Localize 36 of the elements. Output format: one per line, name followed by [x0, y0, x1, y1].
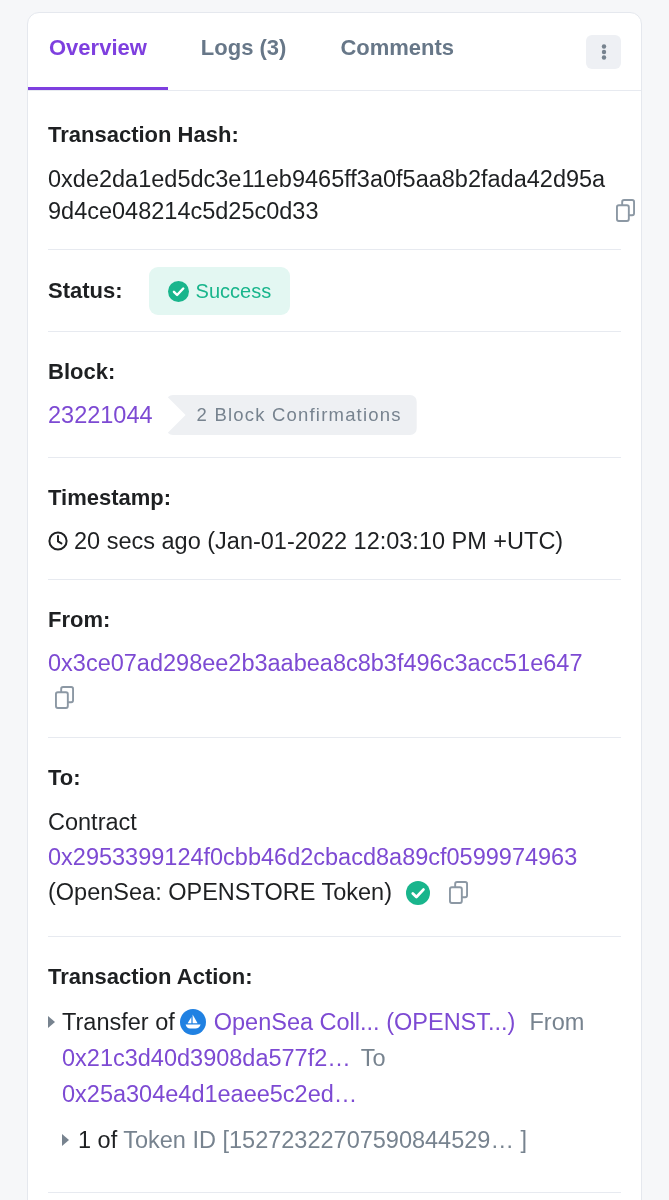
sender-address-link[interactable]: 0x21c3d40d3908da577f2… [62, 1040, 351, 1076]
to-label: To [360, 1044, 386, 1073]
field-label: From: [48, 606, 112, 634]
vertical-dots-icon [600, 44, 607, 60]
copy-icon[interactable] [616, 199, 635, 222]
transaction-hash: 0xde2da1ed5dc3e11eb9465ff3a0f5aa8b2fada42d95a9d4ce048214c5d25c0d33 [48, 165, 607, 226]
contract-address-link[interactable]: 0x2953399124f0cbb46d2cbacd8a89cf0599974963 [48, 844, 578, 870]
recipient-address-link[interactable]: 0x25a304e4d1eaee5c2ed… [62, 1076, 358, 1112]
more-options-button[interactable] [586, 35, 621, 69]
status-text: Success [195, 279, 272, 303]
caret-icon[interactable] [48, 1016, 55, 1028]
field-label: Transaction Action: [48, 963, 254, 991]
tab[interactable]: Comments [319, 13, 476, 90]
check-circle-icon [167, 280, 189, 302]
token-link[interactable]: OpenSea Coll... (OPENST...) [213, 1004, 516, 1040]
token-id-text: Token ID [15272322707590844529… ] [123, 1126, 527, 1155]
tab[interactable]: Logs (3) [179, 13, 308, 90]
quantity-text: 1 of [78, 1126, 118, 1155]
clock-icon [48, 531, 68, 551]
field-label: Transaction Hash: [48, 121, 240, 149]
account-type-text: Contract [48, 809, 137, 835]
field-label: Block: [48, 358, 117, 386]
copy-icon[interactable] [448, 881, 468, 904]
caret-icon[interactable] [62, 1134, 69, 1146]
copy-icon[interactable] [55, 685, 74, 709]
field-label: To: [48, 764, 82, 792]
sailboat-logo-icon [179, 1009, 206, 1035]
field-label: Status: [48, 277, 123, 305]
from-address-link[interactable]: 0x3ce07ad298ee2b3aabea8c8b3f496c3acc51e647 [48, 650, 583, 676]
tab[interactable]: Overview [28, 13, 168, 90]
transfer-text: Transfer of [62, 1008, 175, 1037]
block-number-link[interactable]: 23221044 [48, 399, 153, 431]
field-label: Timestamp: [48, 484, 173, 512]
from-label: From [529, 1008, 585, 1037]
timestamp-text: 20 secs ago (Jan-01-2022 12:03:10 PM +UTC) [74, 527, 564, 556]
contract-name: (OpenSea: OPENSTORE Token) [48, 878, 392, 907]
